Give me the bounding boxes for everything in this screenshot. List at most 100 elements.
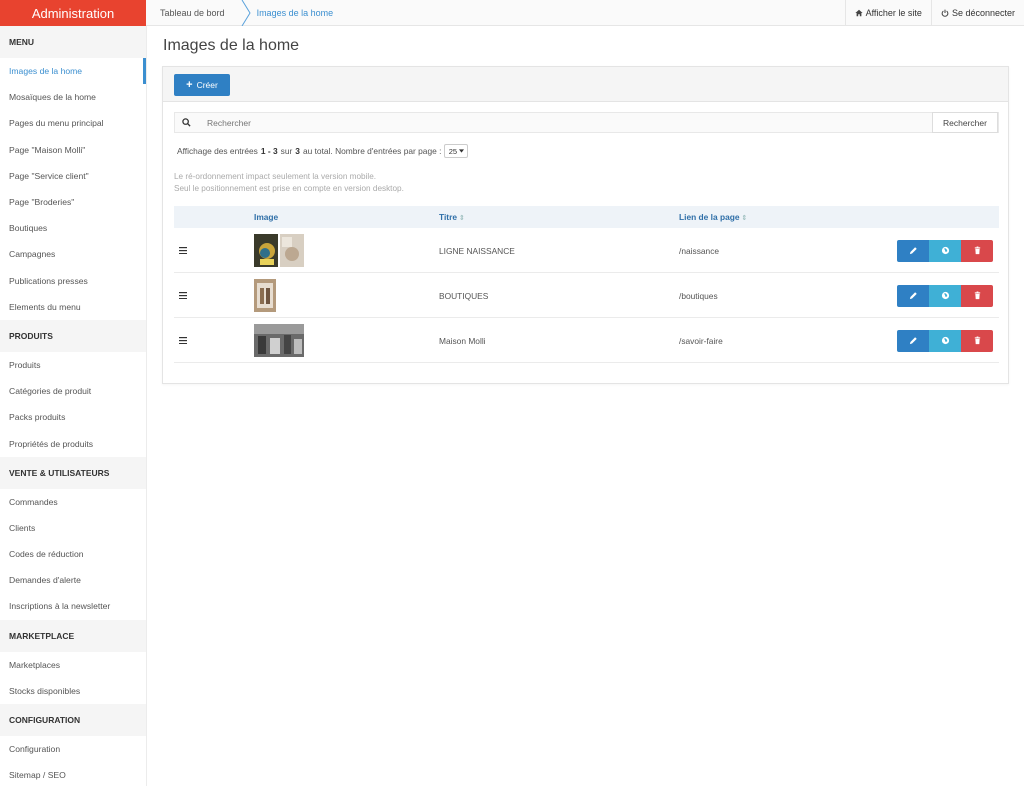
- edit-button[interactable]: [897, 239, 929, 262]
- note-line-2: Seul le positionnement est prise en comp…: [174, 184, 404, 193]
- delete-button[interactable]: [961, 284, 993, 307]
- info-suffix: au total. Nombre d'entrées par page :: [302, 146, 442, 156]
- page-title: Images de la home: [163, 37, 300, 54]
- thumbnail-image: [254, 279, 276, 312]
- drag-handle-icon[interactable]: [179, 228, 187, 273]
- thumbnail-image: [254, 234, 304, 267]
- plus-icon: +: [186, 79, 193, 91]
- sidebar-item-images-home[interactable]: Images de la home: [0, 58, 146, 85]
- delete-button[interactable]: [961, 329, 993, 352]
- note-line-1: Le ré-ordonnement impact seulement la ve…: [174, 172, 377, 181]
- sidebar-section-vente: VENTE & UTILISATEURS: [0, 456, 146, 489]
- logout-label: Se déconnecter: [951, 8, 1015, 18]
- table-row: BOUTIQUES /boutiques: [174, 273, 999, 318]
- trash-icon: [974, 246, 980, 255]
- sidebar-item-boutiques[interactable]: Boutiques: [0, 215, 146, 241]
- pencil-icon: [909, 292, 917, 300]
- row-link: /savoir-faire: [679, 335, 723, 346]
- table-row: LIGNE NAISSANCE /naissance: [174, 228, 999, 273]
- info-sur: sur: [280, 146, 293, 156]
- table-header: Image Titre ⇕ Lien de la page ⇕: [174, 206, 999, 228]
- sidebar-item-stocks[interactable]: Stocks disponibles: [0, 678, 146, 704]
- edit-button[interactable]: [897, 329, 929, 352]
- sidebar-section-menu: MENU: [0, 26, 146, 58]
- info-range: 1 - 3: [260, 146, 278, 156]
- view-site-link[interactable]: Afficher le site: [844, 0, 931, 26]
- globe-icon: [941, 336, 949, 345]
- sidebar-item-proprietes[interactable]: Propriétés de produits: [0, 430, 146, 456]
- create-button[interactable]: + Créer: [174, 74, 230, 96]
- view-button[interactable]: [929, 239, 961, 262]
- sidebar-item-sitemap[interactable]: Sitemap / SEO: [0, 762, 146, 786]
- sidebar-item-codes-reduction[interactable]: Codes de réduction: [0, 541, 146, 567]
- globe-icon: [941, 291, 949, 300]
- breadcrumb-home[interactable]: Tableau de bord: [146, 0, 241, 26]
- column-title-label: Titre: [439, 212, 457, 222]
- entries-table: Image Titre ⇕ Lien de la page ⇕ LIGNE NA…: [174, 206, 999, 363]
- power-icon: [941, 9, 949, 17]
- sidebar-item-configuration[interactable]: Configuration: [0, 736, 146, 762]
- column-header-title[interactable]: Titre ⇕: [439, 212, 465, 222]
- trash-icon: [974, 336, 980, 345]
- sidebar-item-maison-molli[interactable]: Page "Maison Molli": [0, 137, 146, 163]
- drag-handle-icon[interactable]: [179, 318, 187, 363]
- brand-logo[interactable]: Administration: [0, 0, 146, 26]
- panel-header: + Créer: [163, 67, 1008, 102]
- drag-handle-icon[interactable]: [179, 273, 187, 318]
- row-actions: [897, 228, 993, 273]
- sidebar-item-broderies[interactable]: Page "Broderies": [0, 189, 146, 215]
- sidebar-item-service-client[interactable]: Page "Service client": [0, 163, 146, 189]
- per-page-select[interactable]: 25: [444, 144, 469, 158]
- breadcrumb: Tableau de bord Images de la home: [146, 0, 343, 26]
- search-button[interactable]: Rechercher: [932, 112, 998, 133]
- row-link: /boutiques: [679, 290, 718, 301]
- view-button[interactable]: [929, 329, 961, 352]
- view-button[interactable]: [929, 284, 961, 307]
- delete-button[interactable]: [961, 239, 993, 262]
- sidebar-item-campagnes[interactable]: Campagnes: [0, 241, 146, 267]
- sidebar-item-commandes[interactable]: Commandes: [0, 489, 146, 515]
- row-title: LIGNE NAISSANCE: [439, 245, 515, 256]
- pencil-icon: [909, 247, 917, 255]
- globe-icon: [941, 246, 949, 255]
- row-thumbnail: [254, 228, 304, 273]
- sidebar-section-produits: PRODUITS: [0, 319, 146, 352]
- reorder-note: Le ré-ordonnement impact seulement la ve…: [174, 171, 404, 195]
- row-link: /naissance: [679, 245, 720, 256]
- row-actions: [897, 318, 993, 363]
- sidebar-item-clients[interactable]: Clients: [0, 515, 146, 541]
- sidebar-section-configuration: CONFIGURATION: [0, 703, 146, 736]
- sidebar-item-pages-menu[interactable]: Pages du menu principal: [0, 110, 146, 136]
- sort-icon: ⇕: [459, 215, 465, 222]
- row-thumbnail: [254, 273, 276, 318]
- entries-info: Affichage des entrées 1 - 3 sur 3 au tot…: [177, 144, 469, 158]
- table-row: Maison Molli /savoir-faire: [174, 318, 999, 363]
- search-bar: Rechercher: [174, 112, 999, 133]
- search-input[interactable]: [197, 113, 932, 132]
- row-thumbnail: [254, 318, 304, 363]
- sidebar-item-packs[interactable]: Packs produits: [0, 404, 146, 430]
- sidebar-item-demandes-alerte[interactable]: Demandes d'alerte: [0, 567, 146, 593]
- column-header-link[interactable]: Lien de la page ⇕: [679, 212, 747, 222]
- sidebar-item-publications[interactable]: Publications presses: [0, 268, 146, 294]
- sidebar-item-newsletter[interactable]: Inscriptions à la newsletter: [0, 593, 146, 619]
- logout-link[interactable]: Se déconnecter: [930, 0, 1024, 26]
- top-bar: Administration Tableau de bord Images de…: [0, 0, 1024, 26]
- trash-icon: [974, 291, 980, 300]
- info-prefix: Affichage des entrées: [177, 146, 258, 156]
- breadcrumb-separator-icon: [241, 0, 251, 26]
- create-button-label: Créer: [196, 80, 218, 90]
- list-panel: + Créer Rechercher Affichage des entrées…: [162, 66, 1009, 384]
- sidebar-item-elements-menu[interactable]: Elements du menu: [0, 294, 146, 320]
- home-icon: [854, 9, 863, 17]
- breadcrumb-current: Images de la home: [256, 8, 334, 18]
- row-title: BOUTIQUES: [439, 290, 489, 301]
- sidebar-item-produits[interactable]: Produits: [0, 352, 146, 378]
- row-actions: [897, 273, 993, 318]
- sidebar-item-mosaiques[interactable]: Mosaïques de la home: [0, 84, 146, 110]
- edit-button[interactable]: [897, 284, 929, 307]
- thumbnail-image: [254, 324, 304, 357]
- caret-down-icon: [459, 149, 465, 153]
- sidebar-item-marketplaces[interactable]: Marketplaces: [0, 652, 146, 678]
- sidebar-item-categories[interactable]: Catégories de produit: [0, 378, 146, 404]
